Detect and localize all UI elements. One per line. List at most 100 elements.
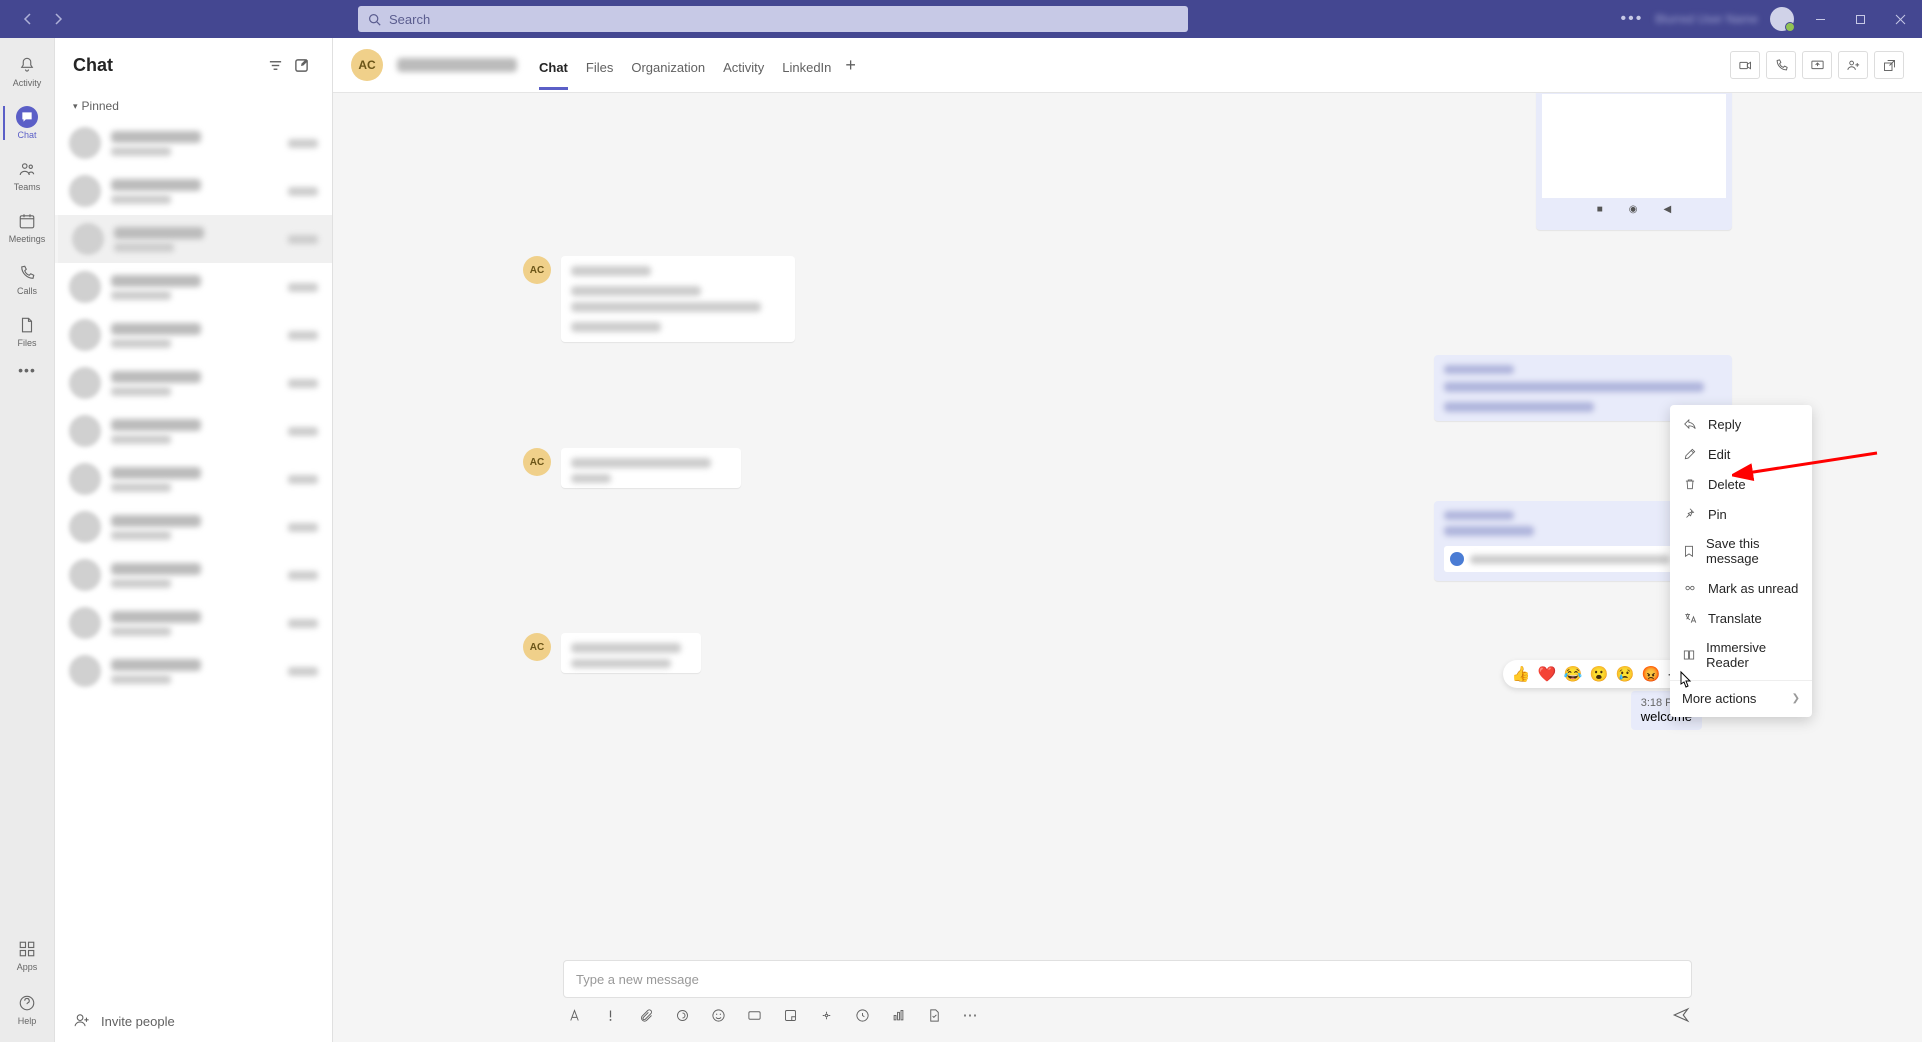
nav-forward-button[interactable]	[46, 7, 70, 31]
poll-button[interactable]	[889, 1006, 907, 1024]
chat-name	[111, 419, 201, 431]
menu-edit[interactable]: Edit	[1670, 439, 1812, 469]
reader-icon	[1682, 647, 1696, 663]
received-message[interactable]	[561, 448, 741, 488]
window-maximize-button[interactable]	[1846, 5, 1874, 33]
media-play-icon: ◀	[1664, 204, 1672, 215]
approval-button[interactable]	[925, 1006, 943, 1024]
video-call-button[interactable]	[1730, 51, 1760, 79]
chat-list-item[interactable]	[55, 167, 332, 215]
add-people-button[interactable]	[1838, 51, 1868, 79]
rail-item-label: Apps	[17, 962, 38, 972]
rail-files[interactable]: Files	[3, 306, 51, 356]
invite-label: Invite people	[101, 1014, 175, 1029]
menu-mark-unread[interactable]: Mark as unread	[1670, 573, 1812, 603]
tab-linkedin[interactable]: LinkedIn	[782, 42, 831, 89]
received-message[interactable]	[561, 633, 701, 673]
chat-list-item[interactable]	[55, 359, 332, 407]
filter-button[interactable]	[262, 53, 288, 79]
rail-more-button[interactable]: •••	[18, 362, 36, 378]
user-avatar[interactable]	[1770, 7, 1794, 31]
window-minimize-button[interactable]	[1806, 5, 1834, 33]
rail-item-label: Chat	[17, 130, 36, 140]
share-screen-button[interactable]	[1802, 51, 1832, 79]
user-name-label: Blurred User Name	[1655, 12, 1758, 26]
emoji-button[interactable]	[709, 1006, 727, 1024]
chat-list-item[interactable]	[55, 263, 332, 311]
chat-time	[288, 187, 318, 196]
chat-time	[288, 235, 318, 244]
chat-time	[288, 139, 318, 148]
nav-back-button[interactable]	[16, 7, 40, 31]
chat-name	[111, 371, 201, 383]
attach-button[interactable]	[637, 1006, 655, 1024]
menu-immersive-reader[interactable]: Immersive Reader	[1670, 633, 1812, 677]
gif-button[interactable]	[745, 1006, 763, 1024]
chat-avatar	[69, 271, 101, 303]
chat-list-item[interactable]	[55, 551, 332, 599]
chat-main: AC Chat Files Organization Activity Link…	[333, 38, 1922, 1042]
loop-button[interactable]	[673, 1006, 691, 1024]
reaction-angry[interactable]: 😡	[1641, 664, 1661, 684]
chat-name	[111, 659, 201, 671]
sticker-button[interactable]	[781, 1006, 799, 1024]
chat-list-item[interactable]	[55, 599, 332, 647]
menu-save[interactable]: Save this message	[1670, 529, 1812, 573]
sent-image-attachment[interactable]: ■ ◉ ◀	[1536, 93, 1732, 230]
chat-preview	[111, 339, 171, 348]
format-button[interactable]	[565, 1006, 583, 1024]
rail-apps[interactable]: Apps	[3, 930, 51, 980]
chat-list-item[interactable]	[55, 215, 332, 263]
tab-activity[interactable]: Activity	[723, 42, 764, 89]
chat-list-item[interactable]	[55, 455, 332, 503]
chat-list-item[interactable]	[55, 503, 332, 551]
chat-list-item[interactable]	[55, 407, 332, 455]
contact-avatar[interactable]: AC	[351, 49, 383, 81]
chat-name	[114, 227, 204, 239]
compose-input[interactable]: Type a new message	[563, 960, 1692, 998]
menu-reply[interactable]: Reply	[1670, 409, 1812, 439]
chat-avatar	[69, 415, 101, 447]
reaction-surprised[interactable]: 😮	[1589, 664, 1609, 684]
audio-call-button[interactable]	[1766, 51, 1796, 79]
tab-chat[interactable]: Chat	[539, 42, 568, 89]
rail-chat[interactable]: Chat	[3, 98, 51, 148]
rail-meetings[interactable]: Meetings	[3, 202, 51, 252]
add-tab-button[interactable]: +	[845, 55, 856, 76]
search-input[interactable]: Search	[358, 6, 1188, 32]
received-message[interactable]	[561, 256, 795, 342]
reaction-thumbs-up[interactable]: 👍	[1511, 664, 1531, 684]
menu-more-actions[interactable]: More actions❯	[1670, 684, 1812, 713]
delete-icon	[1682, 476, 1698, 492]
window-close-button[interactable]	[1886, 5, 1914, 33]
chat-avatar	[69, 511, 101, 543]
schedule-button[interactable]	[817, 1006, 835, 1024]
rail-calls[interactable]: Calls	[3, 254, 51, 304]
rail-teams[interactable]: Teams	[3, 150, 51, 200]
reaction-sad[interactable]: 😢	[1615, 664, 1635, 684]
more-options-button[interactable]: •••	[1620, 10, 1643, 28]
tab-files[interactable]: Files	[586, 42, 613, 89]
priority-button[interactable]	[601, 1006, 619, 1024]
menu-delete[interactable]: Delete	[1670, 469, 1812, 499]
send-button[interactable]	[1672, 1006, 1690, 1024]
rail-activity[interactable]: Activity	[3, 46, 51, 96]
pinned-section-header[interactable]: ▾ Pinned	[55, 93, 332, 119]
chat-icon	[16, 106, 38, 128]
popout-button[interactable]	[1874, 51, 1904, 79]
rail-help[interactable]: Help	[3, 984, 51, 1034]
reaction-laugh[interactable]: 😂	[1563, 664, 1583, 684]
chat-list-item[interactable]	[55, 647, 332, 695]
menu-pin[interactable]: Pin	[1670, 499, 1812, 529]
invite-people-button[interactable]: Invite people	[55, 1000, 332, 1042]
more-compose-button[interactable]: ⋯	[961, 1006, 979, 1024]
tab-organization[interactable]: Organization	[631, 42, 705, 89]
stream-button[interactable]	[853, 1006, 871, 1024]
chat-list-item[interactable]	[55, 119, 332, 167]
rail-item-label: Calls	[17, 286, 37, 296]
chat-list-item[interactable]	[55, 311, 332, 359]
menu-translate[interactable]: Translate	[1670, 603, 1812, 633]
reaction-heart[interactable]: ❤️	[1537, 664, 1557, 684]
message-context-menu: Reply Edit Delete Pin Save this message …	[1670, 405, 1812, 717]
new-chat-button[interactable]	[288, 53, 314, 79]
